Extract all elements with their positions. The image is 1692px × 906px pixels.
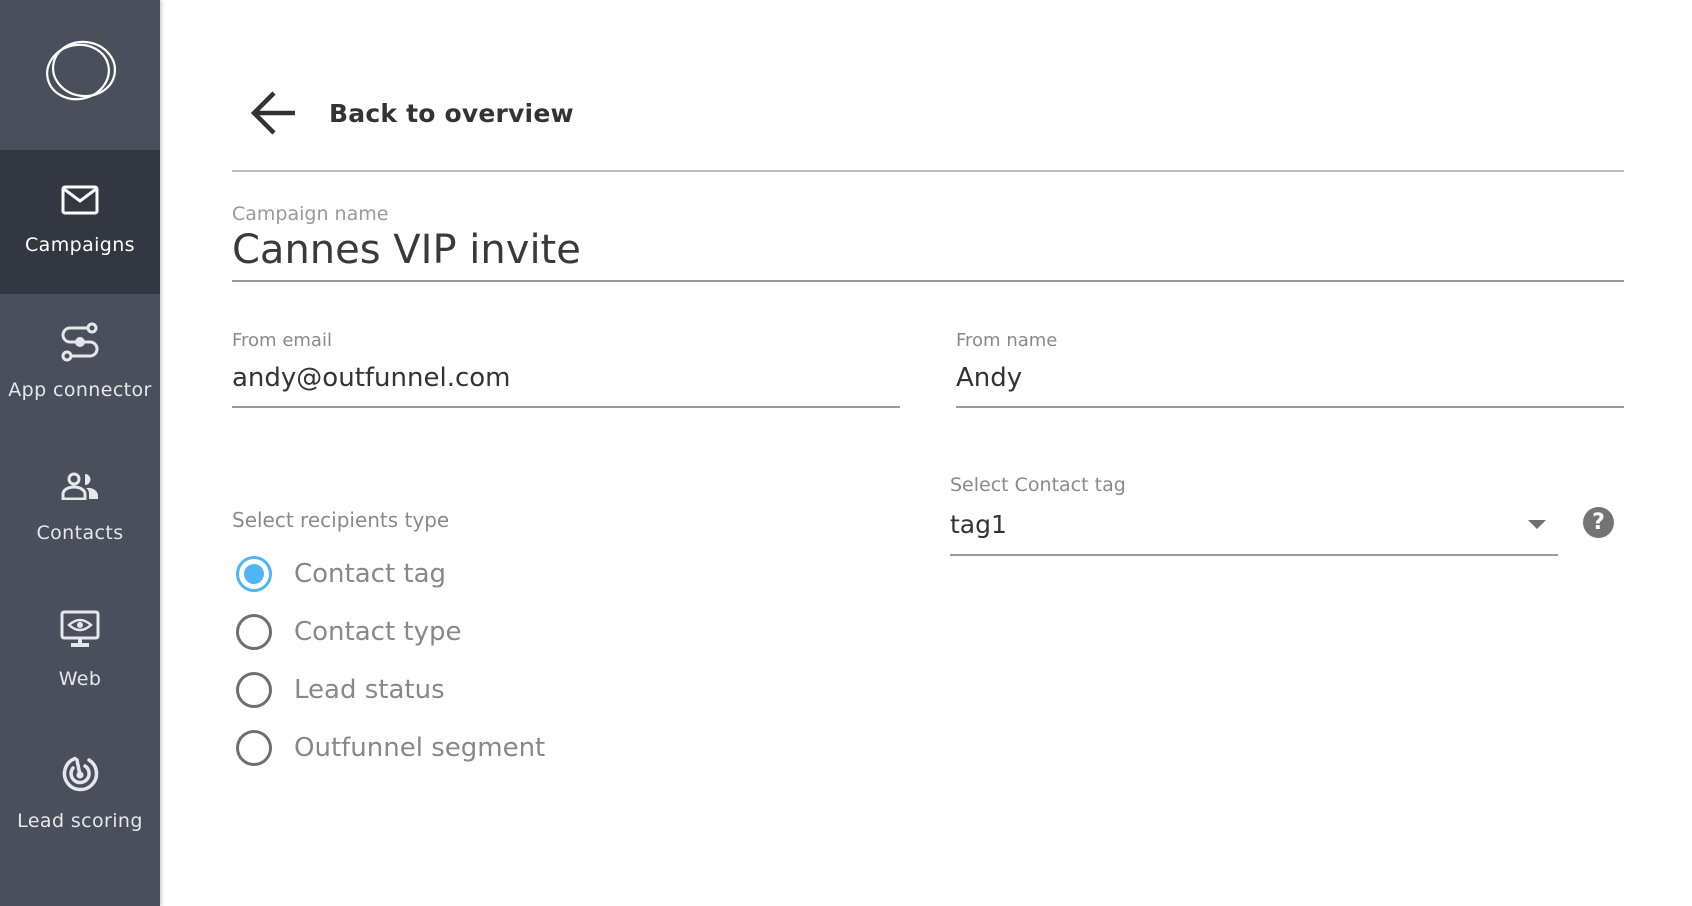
contact-tag-value[interactable]: tag1 <box>950 510 1007 539</box>
contact-tag-underline <box>950 554 1558 556</box>
campaign-name-field: Campaign name <box>232 200 1624 284</box>
recipients-type-label: Select recipients type <box>232 508 450 532</box>
radio-button[interactable] <box>236 672 272 708</box>
sidebar-item-label: Campaigns <box>24 234 135 256</box>
contact-tag-select[interactable]: Select Contact tag tag1 <box>950 470 1558 558</box>
from-email-underline <box>232 406 900 408</box>
back-label: Back to overview <box>329 98 574 128</box>
logo[interactable] <box>0 0 160 150</box>
dropdown-arrow-icon[interactable] <box>1528 520 1546 529</box>
envelope-icon <box>0 185 160 215</box>
sidebar-item-lead-scoring[interactable]: Lead scoring <box>0 726 160 870</box>
radio-label: Outfunnel segment <box>294 733 546 763</box>
radio-lead-status[interactable]: Lead status <box>236 670 445 710</box>
sidebar: Campaigns App connector Contacts Web Lea… <box>0 0 160 906</box>
radio-button[interactable] <box>236 614 272 650</box>
from-email-label: From email <box>232 330 332 351</box>
back-to-overview-button[interactable]: Back to overview <box>248 86 574 140</box>
radio-contact-type[interactable]: Contact type <box>236 612 462 652</box>
radio-label: Contact tag <box>294 559 447 589</box>
radio-label: Lead status <box>294 675 445 705</box>
from-email-input[interactable] <box>232 360 900 396</box>
radio-contact-tag[interactable]: Contact tag <box>236 554 446 594</box>
connector-icon <box>0 322 160 362</box>
radio-label: Contact type <box>294 617 462 647</box>
arrow-left-icon <box>250 91 295 135</box>
sidebar-item-campaigns[interactable]: Campaigns <box>0 150 160 294</box>
sidebar-item-label: Contacts <box>36 522 124 544</box>
from-name-field: From name <box>956 326 1624 410</box>
radio-outfunnel-segment[interactable]: Outfunnel segment <box>236 728 545 768</box>
sidebar-item-label: App connector <box>8 379 152 401</box>
campaign-name-underline <box>232 280 1624 282</box>
question-circle-icon[interactable]: ? <box>1583 507 1614 538</box>
from-email-field: From email <box>232 326 900 410</box>
outfunnel-logo-icon <box>46 40 117 101</box>
from-name-underline <box>956 406 1624 408</box>
radio-button[interactable] <box>236 730 272 766</box>
campaign-name-input[interactable] <box>232 226 1624 274</box>
sidebar-item-app-connector[interactable]: App connector <box>0 294 160 438</box>
from-name-input[interactable] <box>956 360 1624 396</box>
sidebar-item-web[interactable]: Web <box>0 582 160 726</box>
header-divider <box>232 170 1624 172</box>
sidebar-item-label: Lead scoring <box>17 810 143 832</box>
from-name-label: From name <box>956 330 1058 351</box>
campaign-name-label: Campaign name <box>232 203 389 225</box>
radio-button-checked[interactable] <box>236 556 272 592</box>
sidebar-item-contacts[interactable]: Contacts <box>0 438 160 582</box>
sidebar-item-label: Web <box>58 668 102 690</box>
target-icon <box>0 755 160 793</box>
monitor-eye-icon <box>0 610 160 650</box>
contacts-icon <box>0 472 160 500</box>
contact-tag-label: Select Contact tag <box>950 474 1126 496</box>
